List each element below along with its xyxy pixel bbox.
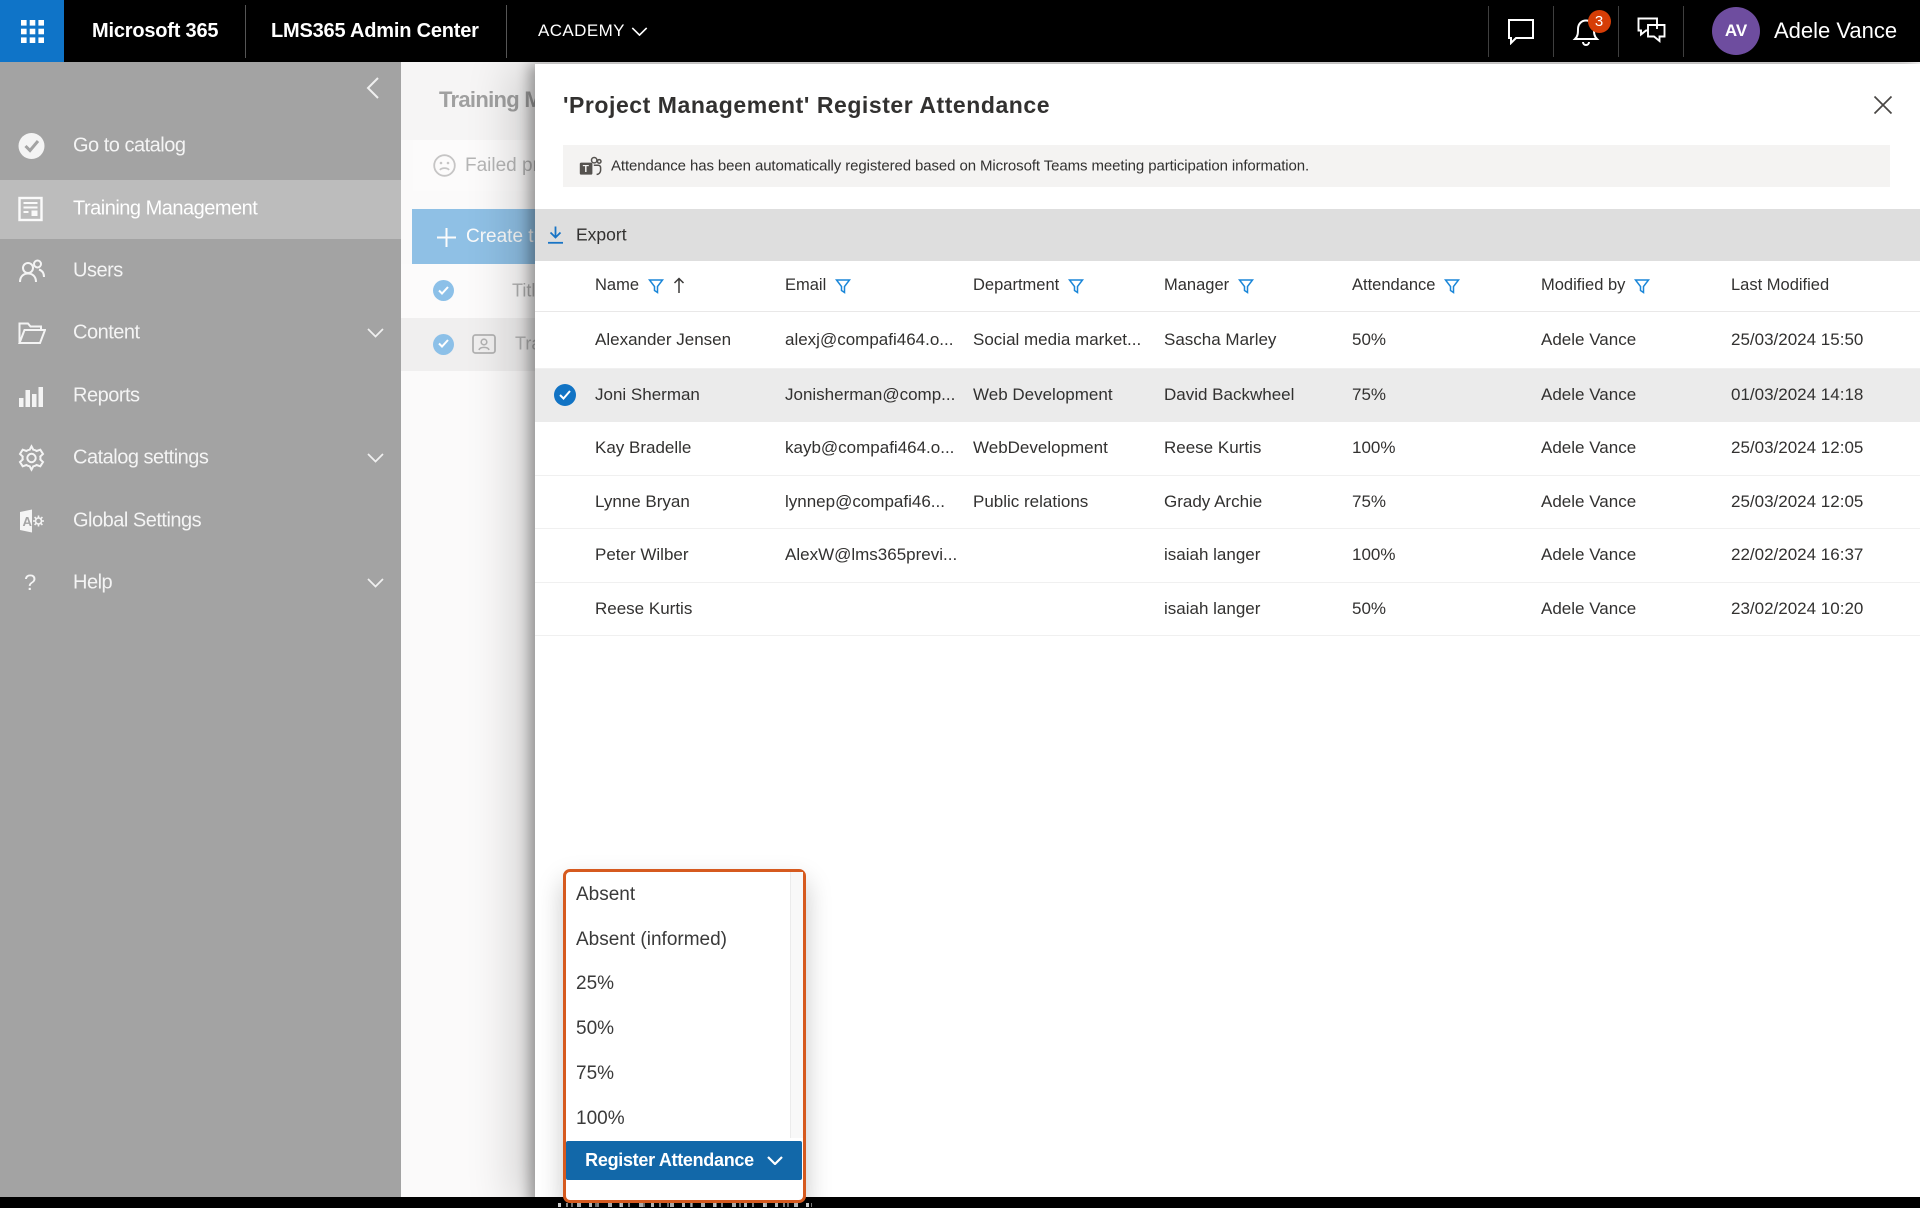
svg-text:A: A [23,514,33,529]
svg-text:T: T [583,164,589,175]
